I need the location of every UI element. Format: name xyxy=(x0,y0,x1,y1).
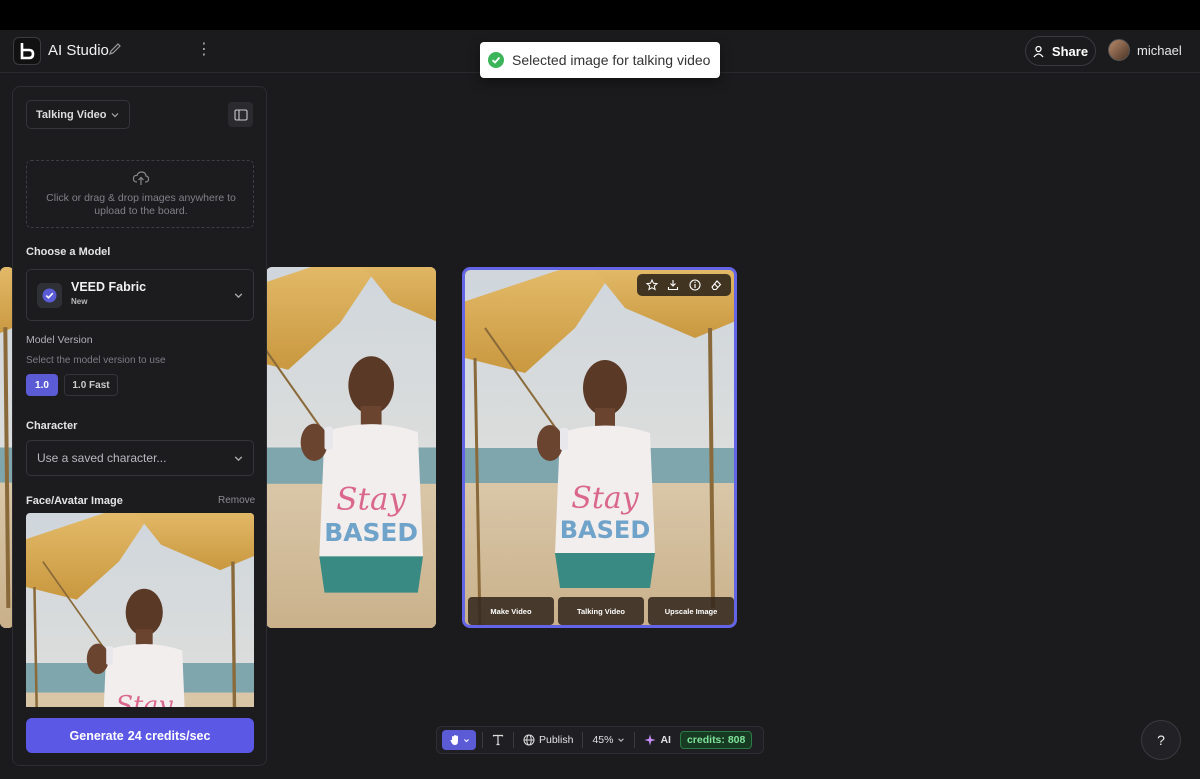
user-plus-icon xyxy=(1033,45,1044,57)
model-version-label: Model Version xyxy=(26,334,93,346)
toast-notification: Selected image for talking video xyxy=(480,42,720,78)
generate-prefix: Generate xyxy=(69,728,124,743)
toolbar-divider xyxy=(634,732,636,748)
model-selector[interactable]: VEED Fabric New xyxy=(26,269,254,321)
character-dropdown[interactable]: Use a saved character... xyxy=(26,440,254,476)
toast-message: Selected image for talking video xyxy=(512,52,711,68)
text-tool-button[interactable] xyxy=(489,734,507,746)
toolbar-divider xyxy=(482,732,483,748)
chevron-down-icon xyxy=(463,738,469,742)
publish-label: Publish xyxy=(539,734,574,746)
card-toolbar xyxy=(637,274,731,296)
window-top-bar xyxy=(0,0,1200,30)
collapse-panel-button[interactable] xyxy=(228,102,253,127)
publish-button[interactable]: Publish xyxy=(520,734,576,746)
star-icon[interactable] xyxy=(645,278,659,292)
character-placeholder: Use a saved character... xyxy=(37,451,167,465)
share-label: Share xyxy=(1051,43,1089,59)
talking-video-panel: Talking Video Click or drag & drop image… xyxy=(12,86,267,766)
model-checkbox xyxy=(37,283,62,308)
upload-dropzone[interactable]: Click or drag & drop images anywhere to … xyxy=(26,160,254,228)
version-1-0-button[interactable]: 1.0 xyxy=(26,374,58,396)
card-action-bar: Make Video Talking Video Upscale Image xyxy=(468,597,734,625)
selected-image-card[interactable]: Make Video Talking Video Upscale Image xyxy=(462,267,737,628)
share-button[interactable]: Share xyxy=(1025,36,1096,66)
character-label: Character xyxy=(26,420,78,432)
hand-icon xyxy=(450,735,458,745)
make-video-button[interactable]: Make Video xyxy=(468,597,554,625)
help-button[interactable]: ? xyxy=(1141,720,1181,760)
sidebar-toggle-icon xyxy=(233,108,248,121)
chevron-down-icon xyxy=(111,113,119,118)
chevron-down-icon xyxy=(234,456,243,462)
mode-dropdown[interactable]: Talking Video xyxy=(26,100,130,129)
canvas-toolbar: Publish 45% AI credits: 808 xyxy=(436,726,764,754)
text-icon xyxy=(492,734,504,746)
check-circle-icon xyxy=(488,52,504,68)
zoom-level: 45% xyxy=(592,734,614,746)
board-image-card[interactable] xyxy=(266,267,436,628)
sparkle-icon xyxy=(644,734,656,746)
ai-button[interactable]: AI xyxy=(641,734,674,746)
download-icon[interactable] xyxy=(666,278,680,292)
toolbar-divider xyxy=(582,732,584,748)
veed-logo[interactable] xyxy=(13,37,41,65)
chevron-down-icon xyxy=(618,738,625,742)
generate-button[interactable]: Generate 24 credits/sec xyxy=(26,718,254,753)
remove-face-link[interactable]: Remove xyxy=(218,495,255,506)
chevron-down-icon xyxy=(234,293,243,299)
globe-icon xyxy=(523,734,535,746)
upscale-image-button[interactable]: Upscale Image xyxy=(648,597,734,625)
check-circle-icon xyxy=(42,288,57,303)
cloud-upload-icon xyxy=(132,171,150,185)
hand-tool-button[interactable] xyxy=(442,730,476,750)
more-options-icon[interactable]: ⋮ xyxy=(196,41,212,59)
avatar[interactable] xyxy=(1108,39,1130,61)
face-avatar-label: Face/Avatar Image xyxy=(26,495,123,507)
generate-credits: 24 credits/sec xyxy=(127,728,211,743)
zoom-dropdown[interactable]: 45% xyxy=(589,734,628,746)
credits-badge: credits: 808 xyxy=(679,731,753,749)
version-1-0-fast-button[interactable]: 1.0 Fast xyxy=(64,374,118,396)
upload-hint: Click or drag & drop images anywhere to … xyxy=(46,192,236,217)
toolbar-divider xyxy=(513,732,514,748)
model-name: VEED Fabric xyxy=(71,280,147,294)
model-badge: New xyxy=(71,297,88,306)
talking-video-button[interactable]: Talking Video xyxy=(558,597,644,625)
model-version-hint: Select the model version to use xyxy=(26,355,166,366)
choose-model-label: Choose a Model xyxy=(26,246,111,258)
ai-label: AI xyxy=(660,734,671,746)
app-title: AI Studio xyxy=(48,42,109,59)
username[interactable]: michael xyxy=(1137,43,1182,58)
mode-label: Talking Video xyxy=(36,108,107,121)
edit-pencil-icon[interactable] xyxy=(108,42,122,56)
eraser-icon[interactable] xyxy=(709,278,723,292)
info-icon[interactable] xyxy=(688,278,702,292)
face-avatar-image xyxy=(26,513,254,713)
